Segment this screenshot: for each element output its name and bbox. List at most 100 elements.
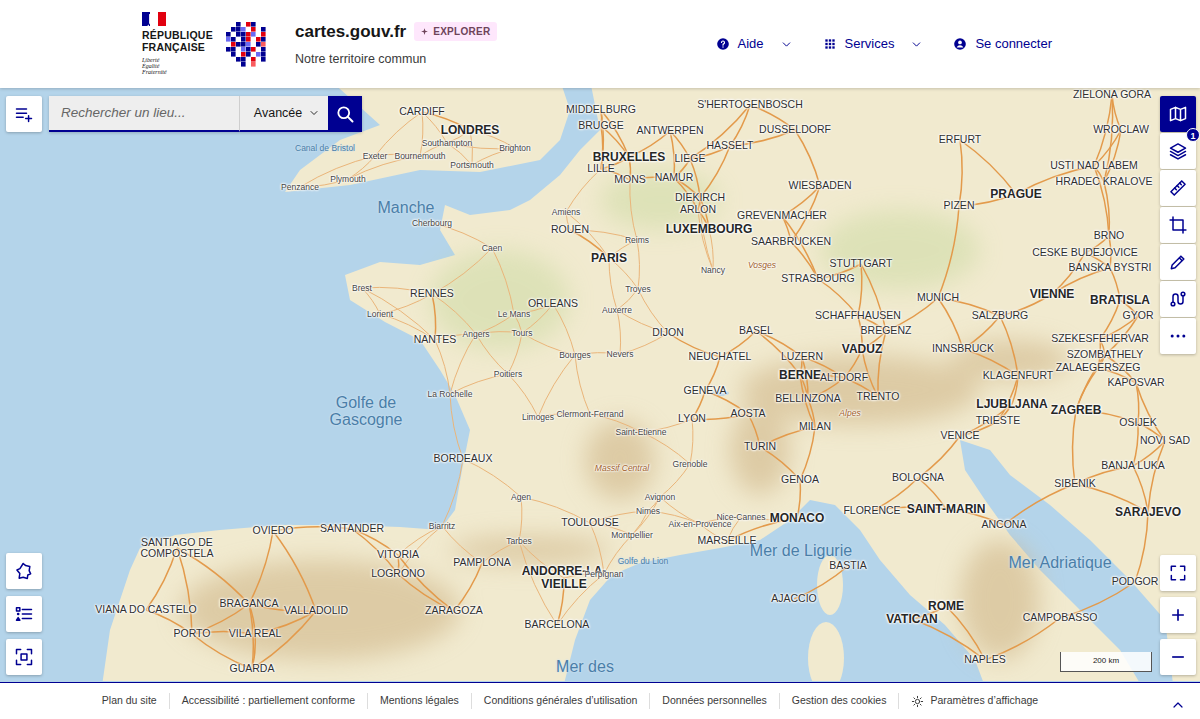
relief-label: Massif Central bbox=[595, 464, 649, 473]
place-label: VENICE bbox=[940, 430, 979, 441]
place-label: MUNICH bbox=[917, 292, 959, 303]
site-header: RÉPUBLIQUEFRANÇAISELibertéÉgalitéFratern… bbox=[0, 0, 1200, 88]
place-label: BASTIA bbox=[829, 560, 866, 571]
sun-icon bbox=[911, 695, 924, 708]
overview-button[interactable] bbox=[6, 639, 42, 675]
chevron-down-icon bbox=[910, 38, 923, 51]
site-title[interactable]: cartes.gouv.fr bbox=[295, 19, 406, 45]
place-label: BANSKA BYSTRI bbox=[1069, 262, 1152, 273]
user-icon bbox=[953, 37, 967, 51]
place-label: Portsmouth bbox=[450, 161, 493, 170]
layer-catalog-button[interactable] bbox=[6, 96, 42, 132]
place-label: VADUZ bbox=[842, 343, 882, 356]
place-label: BANJA LUKA bbox=[1101, 460, 1165, 471]
place-label: VILA REAL bbox=[229, 628, 282, 639]
cartes-logo-icon bbox=[226, 22, 271, 67]
nav-label: Se connecter bbox=[975, 34, 1052, 54]
layers-tool-button[interactable]: 1 bbox=[1160, 133, 1196, 169]
nav-login-button[interactable]: Se connecter bbox=[951, 30, 1054, 58]
motto-text: Égalité bbox=[142, 63, 204, 69]
place-label: SALZBURG bbox=[972, 310, 1029, 321]
nav-help-button[interactable]: Aide bbox=[714, 30, 795, 58]
place-label: BARCELONA bbox=[525, 619, 590, 630]
search-input[interactable] bbox=[49, 96, 239, 132]
place-label: LILLE bbox=[587, 163, 614, 174]
water-label: Manche bbox=[351, 200, 461, 217]
place-label: Auxerre bbox=[602, 306, 632, 315]
place-label: Bourges bbox=[559, 351, 591, 360]
place-label: SIBENIK bbox=[1054, 478, 1095, 489]
map-toolbar: 1 bbox=[1160, 96, 1196, 354]
zoom-out-button[interactable] bbox=[1160, 639, 1196, 675]
place-label: WIESBADEN bbox=[788, 180, 851, 191]
footer-link[interactable]: Plan du site bbox=[90, 693, 169, 709]
pencil-icon bbox=[1168, 252, 1188, 272]
place-label: SARAJEVO bbox=[1115, 506, 1181, 519]
footer-link[interactable]: Conditions générales d’utilisation bbox=[471, 693, 650, 709]
footer-toggle-button[interactable] bbox=[1170, 692, 1186, 716]
place-label: LOGRONO bbox=[371, 568, 425, 579]
place-label: Nancy bbox=[701, 266, 725, 275]
footer-link[interactable]: Accessibilité : partiellement conforme bbox=[169, 693, 367, 709]
place-label: La Rochelle bbox=[428, 390, 473, 399]
place-label: VIENNE bbox=[1030, 288, 1075, 301]
place-label: Avignon bbox=[645, 493, 676, 502]
place-label: HRADEC KRALOVE bbox=[1056, 176, 1153, 187]
place-label: SANTIAGO DE COMPOSTELA bbox=[127, 537, 227, 559]
advanced-search-button[interactable]: Avancée bbox=[239, 96, 328, 132]
place-label: ANCONA bbox=[982, 519, 1027, 530]
place-label: Saint-Etienne bbox=[615, 428, 666, 437]
layer-count-badge: 1 bbox=[1186, 128, 1200, 142]
nav-services-button[interactable]: Services bbox=[821, 30, 926, 58]
legend-icon bbox=[14, 604, 34, 624]
footer-link[interactable]: Mentions légales bbox=[367, 693, 471, 709]
place-label: Nimes bbox=[636, 507, 660, 516]
road-network bbox=[146, 95, 1165, 669]
footer-link[interactable]: Données personnelles bbox=[649, 693, 779, 709]
place-label: S'HERTOGENBOSCH bbox=[697, 99, 802, 110]
place-label: Southampton bbox=[422, 139, 473, 148]
place-label: BASEL bbox=[739, 325, 773, 336]
map-view[interactable]: CARDIFFLONDRESMIDDELBURGS'HERTOGENBOSCHB… bbox=[0, 88, 1200, 682]
display-settings-link[interactable]: Paramètres d’affichage bbox=[898, 693, 1050, 709]
route-tool-button[interactable] bbox=[1160, 281, 1196, 317]
measure-tool-button[interactable] bbox=[1160, 170, 1196, 206]
place-label: Nice-Cannes bbox=[716, 513, 765, 522]
place-label: Limoges bbox=[522, 413, 554, 422]
place-label: BRAGANCA bbox=[220, 598, 279, 609]
place-label: USTI NAD LABEM bbox=[1050, 160, 1138, 171]
place-label: Poitiers bbox=[494, 370, 522, 379]
zoom-in-button[interactable] bbox=[1160, 597, 1196, 633]
search-button[interactable] bbox=[328, 96, 362, 132]
chevron-up-icon bbox=[1170, 697, 1186, 713]
place-label: ALTDORF bbox=[820, 372, 868, 383]
place-label: Caen bbox=[482, 244, 502, 253]
place-label: NANTES bbox=[414, 334, 457, 345]
place-label: LIEGE bbox=[675, 153, 706, 164]
territory-button[interactable] bbox=[6, 553, 42, 589]
basemap-tool-button[interactable] bbox=[1160, 96, 1196, 132]
legend-button[interactable] bbox=[6, 596, 42, 632]
place-label: Clermont-Ferrand bbox=[556, 410, 623, 419]
map-icon bbox=[1168, 104, 1188, 124]
motto: LibertéÉgalitéFraternité bbox=[142, 57, 204, 76]
place-label: Lorient bbox=[367, 310, 393, 319]
place-label: LUXEMBOURG bbox=[666, 223, 753, 236]
place-label: OVIEDO bbox=[253, 525, 294, 536]
place-label: SZEKESFEHERVAR bbox=[1051, 333, 1149, 344]
marianne-flag-icon bbox=[142, 12, 166, 26]
site-footer: Plan du siteAccessibilité : partiellemen… bbox=[0, 682, 1200, 719]
more-tool-button[interactable] bbox=[1160, 318, 1196, 354]
print-frame-tool-button[interactable] bbox=[1160, 207, 1196, 243]
place-label: BERNE bbox=[779, 369, 821, 382]
place-label: Agen bbox=[511, 493, 531, 502]
draw-tool-button[interactable] bbox=[1160, 244, 1196, 280]
fullscreen-button[interactable] bbox=[1160, 555, 1196, 591]
explorer-badge: EXPLORER bbox=[414, 22, 496, 41]
footer-link[interactable]: Gestion des cookies bbox=[779, 693, 899, 709]
place-label: TRENTO bbox=[857, 391, 900, 402]
place-label: NAMUR bbox=[655, 172, 694, 183]
place-label: MILAN bbox=[799, 421, 831, 432]
place-label: LUZERN bbox=[781, 351, 823, 362]
chevron-down-icon bbox=[780, 38, 793, 51]
